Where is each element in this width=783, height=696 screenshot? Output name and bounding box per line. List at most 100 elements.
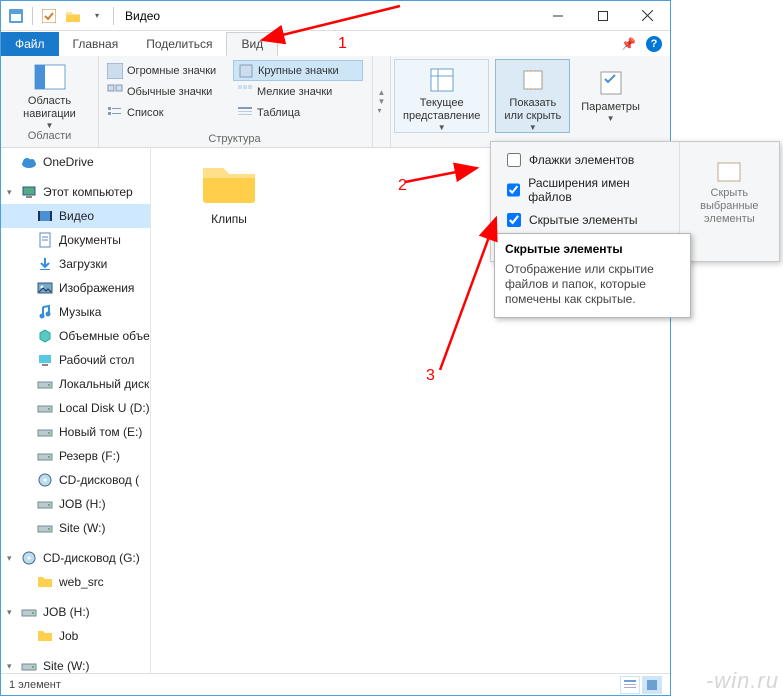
statusbar: 1 элемент bbox=[1, 673, 670, 695]
current-view-icon bbox=[426, 64, 458, 95]
app-icon bbox=[5, 5, 27, 27]
qat-dropdown-icon[interactable]: ▾ bbox=[86, 5, 108, 27]
3d-icon bbox=[37, 328, 53, 344]
show-hide-icon bbox=[517, 64, 549, 95]
tree-item[interactable]: Local Disk U (D:) bbox=[1, 396, 150, 420]
status-item-count: 1 элемент bbox=[9, 679, 61, 691]
pin-icon[interactable]: 📌 bbox=[621, 37, 636, 51]
current-view-button[interactable]: Текущее представление ▼ bbox=[394, 59, 489, 133]
cd-icon bbox=[21, 550, 37, 566]
chevron-down-icon: ▼ bbox=[607, 114, 615, 123]
tree-item[interactable]: Музыка bbox=[1, 300, 150, 324]
pc-icon bbox=[21, 184, 37, 200]
doc-icon bbox=[37, 232, 53, 248]
tree-item[interactable]: ▾Site (W:) bbox=[1, 654, 150, 673]
checkbox-input[interactable] bbox=[507, 183, 520, 197]
flyout-checkbox[interactable]: Расширения имен файлов bbox=[503, 176, 669, 204]
folder-icon bbox=[37, 628, 53, 644]
view-large-icons-button[interactable] bbox=[642, 676, 662, 694]
folder-icon bbox=[62, 5, 84, 27]
layout-details[interactable]: Таблица bbox=[233, 102, 363, 123]
navigation-tree[interactable]: OneDrive ▾Этот компьютерВидеоДокументыЗаг… bbox=[1, 148, 151, 673]
layout-extra-large[interactable]: Огромные значки bbox=[103, 60, 233, 81]
tab-share[interactable]: Поделиться bbox=[132, 32, 226, 56]
checkbox-input[interactable] bbox=[507, 153, 521, 167]
drive-icon bbox=[37, 400, 53, 416]
chevron-down-icon: ▼ bbox=[529, 123, 537, 132]
ribbon-tabs: Файл Главная Поделиться Вид 📌 ? bbox=[1, 31, 670, 56]
maximize-button[interactable] bbox=[580, 1, 625, 30]
tree-item[interactable]: Site (W:) bbox=[1, 516, 150, 540]
tab-file[interactable]: Файл bbox=[1, 32, 59, 56]
folder-icon bbox=[199, 158, 259, 206]
navigation-pane-icon bbox=[34, 61, 66, 93]
help-icon[interactable]: ? bbox=[646, 36, 662, 52]
chevron-down-icon: ▼ bbox=[438, 123, 446, 132]
hide-selected-button[interactable]: Скрыть выбранные элементы bbox=[679, 142, 779, 242]
close-button[interactable] bbox=[625, 1, 670, 30]
tree-item[interactable]: Рабочий стол bbox=[1, 348, 150, 372]
tree-item[interactable]: Изображения bbox=[1, 276, 150, 300]
group-label-layout: Структура bbox=[99, 133, 370, 147]
desk-icon bbox=[37, 352, 53, 368]
folder-label: Клипы bbox=[189, 212, 269, 226]
tree-item[interactable]: OneDrive bbox=[1, 150, 150, 174]
tree-item[interactable]: Локальный диск bbox=[1, 372, 150, 396]
minimize-button[interactable] bbox=[535, 1, 580, 30]
folder-item[interactable]: Клипы bbox=[189, 158, 269, 226]
tab-home[interactable]: Главная bbox=[59, 32, 133, 56]
drive-icon bbox=[37, 496, 53, 512]
tree-item[interactable]: Видео bbox=[1, 204, 150, 228]
cd-icon bbox=[37, 472, 53, 488]
drive-icon bbox=[37, 520, 53, 536]
navigation-pane-button[interactable]: Область навигации ▼ bbox=[1, 56, 98, 130]
qat-properties-icon[interactable] bbox=[38, 5, 60, 27]
img-icon bbox=[37, 280, 53, 296]
flyout-checkbox[interactable]: Флажки элементов bbox=[503, 150, 669, 170]
checkbox-input[interactable] bbox=[507, 213, 521, 227]
tree-item[interactable]: ▾Этот компьютер bbox=[1, 180, 150, 204]
tree-item[interactable]: web_src bbox=[1, 570, 150, 594]
tree-item[interactable]: CD-дисковод ( bbox=[1, 468, 150, 492]
layout-large[interactable]: Крупные значки bbox=[233, 60, 363, 81]
flyout-checkbox[interactable]: Скрытые элементы bbox=[503, 210, 669, 230]
music-icon bbox=[37, 304, 53, 320]
tree-item[interactable]: Объемные объекты bbox=[1, 324, 150, 348]
layout-list[interactable]: Список bbox=[103, 102, 233, 123]
tooltip-title: Скрытые элементы bbox=[505, 242, 680, 256]
window-title: Видео bbox=[119, 9, 160, 23]
tree-item[interactable]: JOB (H:) bbox=[1, 492, 150, 516]
tooltip: Скрытые элементы Отображение или скрытие… bbox=[494, 233, 691, 318]
tree-item[interactable]: ▾CD-дисковод (G:) bbox=[1, 546, 150, 570]
hide-selected-icon bbox=[714, 159, 744, 185]
down-icon bbox=[37, 256, 53, 272]
cloud-icon bbox=[21, 154, 37, 170]
tree-item[interactable]: Job bbox=[1, 624, 150, 648]
drive-icon bbox=[21, 604, 37, 620]
layout-small[interactable]: Мелкие значки bbox=[233, 81, 363, 102]
options-button[interactable]: Параметры ▼ bbox=[573, 56, 648, 130]
drive-icon bbox=[21, 658, 37, 673]
group-label-panes: Области bbox=[1, 130, 98, 144]
tab-view[interactable]: Вид bbox=[226, 32, 278, 56]
tree-item[interactable]: Новый том (E:) bbox=[1, 420, 150, 444]
drive-icon bbox=[37, 448, 53, 464]
layout-more[interactable]: ▲▼▾ bbox=[372, 56, 390, 147]
chevron-down-icon: ▼ bbox=[46, 121, 54, 130]
titlebar: ▾ Видео bbox=[1, 1, 670, 31]
tree-item[interactable]: Резерв (F:) bbox=[1, 444, 150, 468]
tree-item[interactable]: Документы bbox=[1, 228, 150, 252]
show-hide-button[interactable]: Показать или скрыть ▼ bbox=[495, 59, 570, 133]
ribbon: Область навигации ▼ Области Огромные зна… bbox=[1, 56, 670, 148]
drive-icon bbox=[37, 376, 53, 392]
tree-item[interactable]: Загрузки bbox=[1, 252, 150, 276]
watermark: -win.ru bbox=[706, 668, 779, 694]
tooltip-body: Отображение или скрытие файлов и папок, … bbox=[505, 262, 680, 307]
options-icon bbox=[595, 67, 627, 99]
video-icon bbox=[37, 208, 53, 224]
tree-item[interactable]: ▾JOB (H:) bbox=[1, 600, 150, 624]
drive-icon bbox=[37, 424, 53, 440]
layout-medium[interactable]: Обычные значки bbox=[103, 81, 233, 102]
view-details-button[interactable] bbox=[620, 676, 640, 694]
folder-icon bbox=[37, 574, 53, 590]
